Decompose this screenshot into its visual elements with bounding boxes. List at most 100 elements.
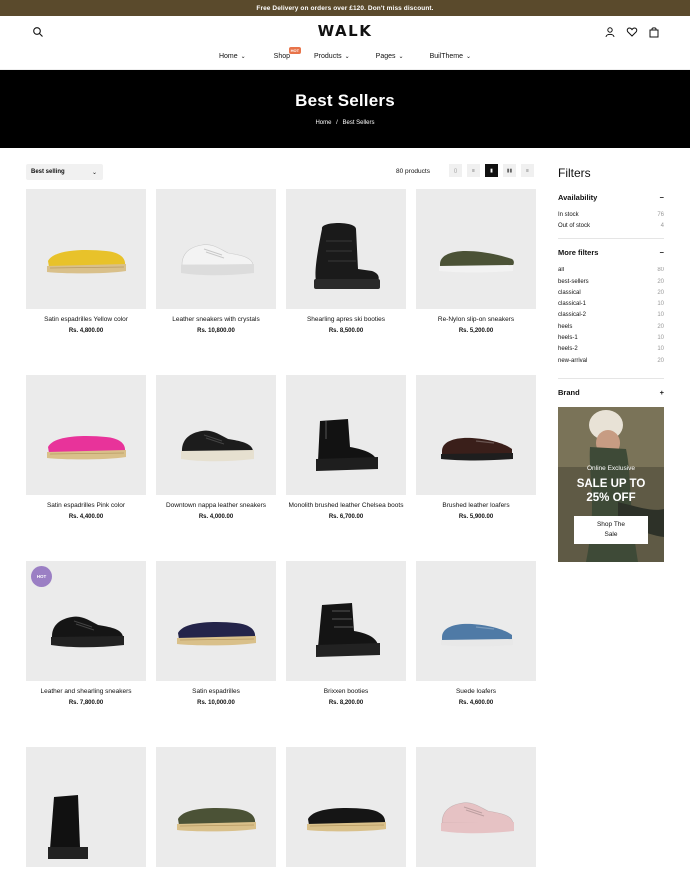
filter-option-count: 20	[657, 357, 664, 364]
product-name[interactable]: Satin espadrilles	[156, 688, 276, 695]
product-name[interactable]: Brushed leather loafers	[416, 502, 536, 509]
filter-option[interactable]: classical-1 10	[558, 301, 664, 307]
product-card[interactable]: Brushed leather loafers Rs. 5,900.00	[416, 375, 536, 520]
filter-option[interactable]: In stock 76	[558, 212, 664, 218]
product-image[interactable]	[156, 747, 276, 867]
product-image[interactable]: HOT	[26, 561, 146, 681]
product-card[interactable]: Leather sneakers with crystals Rs. 10,800…	[156, 189, 276, 334]
product-card[interactable]: Downtown nappa leather sneakers Rs. 4,000…	[156, 375, 276, 520]
button-line: Shop The	[596, 520, 626, 528]
product-price: Rs. 4,000.00	[198, 514, 234, 520]
product-card[interactable]: Re-Nylon slip-on sneakers Rs. 5,200.00	[416, 189, 536, 334]
product-card[interactable]	[156, 747, 276, 879]
product-card[interactable]: Monolith brushed leather Chelsea boots Rs…	[286, 375, 406, 520]
nav-products[interactable]: Products ⌄	[314, 53, 350, 60]
nav-label: Pages	[375, 53, 396, 60]
product-card[interactable]: Brixxen booties Rs. 8,200.00	[286, 561, 406, 706]
filter-option[interactable]: classical-2 10	[558, 312, 664, 318]
product-count: 80 products	[396, 168, 430, 175]
product-name[interactable]: Shearling apres ski booties	[286, 316, 406, 323]
brand-label: Brand	[558, 387, 580, 397]
product-name[interactable]: Downtown nappa leather sneakers	[156, 502, 276, 509]
shoe-illustration	[286, 375, 406, 495]
product-image[interactable]	[156, 561, 276, 681]
product-image[interactable]	[156, 189, 276, 309]
nav-pages[interactable]: Pages ⌄	[376, 53, 404, 60]
sort-select[interactable]: Best selling ⌄	[26, 164, 103, 180]
filter-option[interactable]: heels-2 10	[558, 346, 664, 352]
hot-badge: HOT	[31, 566, 52, 587]
promo-headline-line: SALE UP TO	[576, 477, 646, 490]
product-image[interactable]	[286, 375, 406, 495]
availability-header[interactable]: Availability −	[558, 193, 664, 202]
view-1-column-icon[interactable]: ▯	[449, 164, 462, 177]
filter-option-count: 10	[657, 301, 664, 308]
product-card[interactable]: Satin espadrilles Rs. 10,000.00	[156, 561, 276, 706]
product-card[interactable]: Satin espadrilles Yellow color Rs. 4,800.…	[26, 189, 146, 334]
product-card[interactable]: HOT Leather and shearling sneakers Rs. 7,8…	[26, 561, 146, 706]
view-4-column-icon[interactable]: ▮	[485, 164, 498, 177]
filter-option[interactable]: new-arrival 20	[558, 358, 664, 364]
filter-option[interactable]: heels-1 10	[558, 335, 664, 341]
shop-sale-button[interactable]: Shop The Sale	[574, 515, 648, 544]
product-name[interactable]: Leather and shearling sneakers	[26, 688, 146, 695]
nav-home[interactable]: Home ⌄	[219, 53, 246, 60]
product-name[interactable]: Re-Nylon slip-on sneakers	[416, 316, 536, 323]
filter-option[interactable]: all 80	[558, 267, 664, 273]
user-icon[interactable]	[604, 25, 616, 38]
more-filters-header[interactable]: More filters −	[558, 248, 664, 257]
view-list-icon[interactable]: ≡	[467, 164, 480, 177]
collapse-icon[interactable]: −	[660, 193, 664, 202]
product-name[interactable]: Monolith brushed leather Chelsea boots	[286, 502, 406, 509]
promo-headline: SALE UP TO 25% OFF	[558, 477, 664, 505]
product-image[interactable]	[26, 747, 146, 867]
product-image[interactable]	[416, 561, 536, 681]
collapse-icon[interactable]: −	[660, 248, 664, 257]
product-image[interactable]	[286, 561, 406, 681]
nav-builtheme[interactable]: BuilTheme ⌄	[430, 53, 472, 60]
filter-option[interactable]: Out of stock 4	[558, 223, 664, 229]
product-price: Rs. 7,800.00	[68, 700, 104, 706]
filter-option[interactable]: best-sellers 20	[558, 279, 664, 285]
product-name[interactable]: Brixxen booties	[286, 688, 406, 695]
shoe-illustration	[26, 189, 146, 309]
filter-option[interactable]: heels 20	[558, 324, 664, 330]
product-image[interactable]	[416, 375, 536, 495]
shoe-illustration	[416, 189, 536, 309]
product-name[interactable]: Suede loafers	[416, 688, 536, 695]
view-3-column-icon[interactable]: ▮▮	[503, 164, 516, 177]
filter-option[interactable]: classical 20	[558, 290, 664, 296]
site-logo[interactable]: WALK	[0, 22, 690, 40]
product-card[interactable]	[26, 747, 146, 879]
product-card[interactable]	[286, 747, 406, 879]
shoe-illustration	[156, 375, 276, 495]
product-card[interactable]	[416, 747, 536, 879]
product-name[interactable]: Satin espadrilles Yellow color	[26, 316, 146, 323]
more-filters-list: all 80 best-sellers 20 classical 20 classical-…	[558, 267, 664, 369]
product-card[interactable]: Suede loafers Rs. 4,600.00	[416, 561, 536, 706]
breadcrumb-home[interactable]: Home	[315, 120, 331, 126]
promo-eyebrow: Online Exclusive	[586, 464, 636, 472]
product-image[interactable]	[156, 375, 276, 495]
product-image[interactable]	[26, 375, 146, 495]
brand-header[interactable]: Brand +	[558, 388, 664, 397]
bag-icon[interactable]	[648, 25, 660, 38]
view-switcher: ▯ ≡ ▮ ▮▮ ≡	[449, 164, 534, 177]
availability-label: Availability	[558, 193, 598, 202]
expand-icon[interactable]: +	[660, 388, 664, 397]
promo-banner[interactable]: Online Exclusive SALE UP TO 25% OFF Shop…	[558, 406, 664, 562]
filter-option-label: In stock	[558, 212, 579, 218]
sort-value: Best selling	[31, 169, 65, 175]
product-card[interactable]: Shearling apres ski booties Rs. 8,500.00	[286, 189, 406, 334]
view-5-column-icon[interactable]: ≡	[521, 164, 534, 177]
product-name[interactable]: Leather sneakers with crystals	[156, 316, 276, 323]
heart-icon[interactable]	[626, 25, 638, 37]
nav-shop[interactable]: Shop HOT	[274, 47, 302, 60]
product-image[interactable]	[286, 747, 406, 867]
product-image[interactable]	[26, 189, 146, 309]
product-card[interactable]: Satin espadrilles Pink color Rs. 4,400.00	[26, 375, 146, 520]
product-name[interactable]: Satin espadrilles Pink color	[26, 502, 146, 509]
product-image[interactable]	[416, 747, 536, 867]
product-image[interactable]	[416, 189, 536, 309]
product-image[interactable]	[286, 189, 406, 309]
